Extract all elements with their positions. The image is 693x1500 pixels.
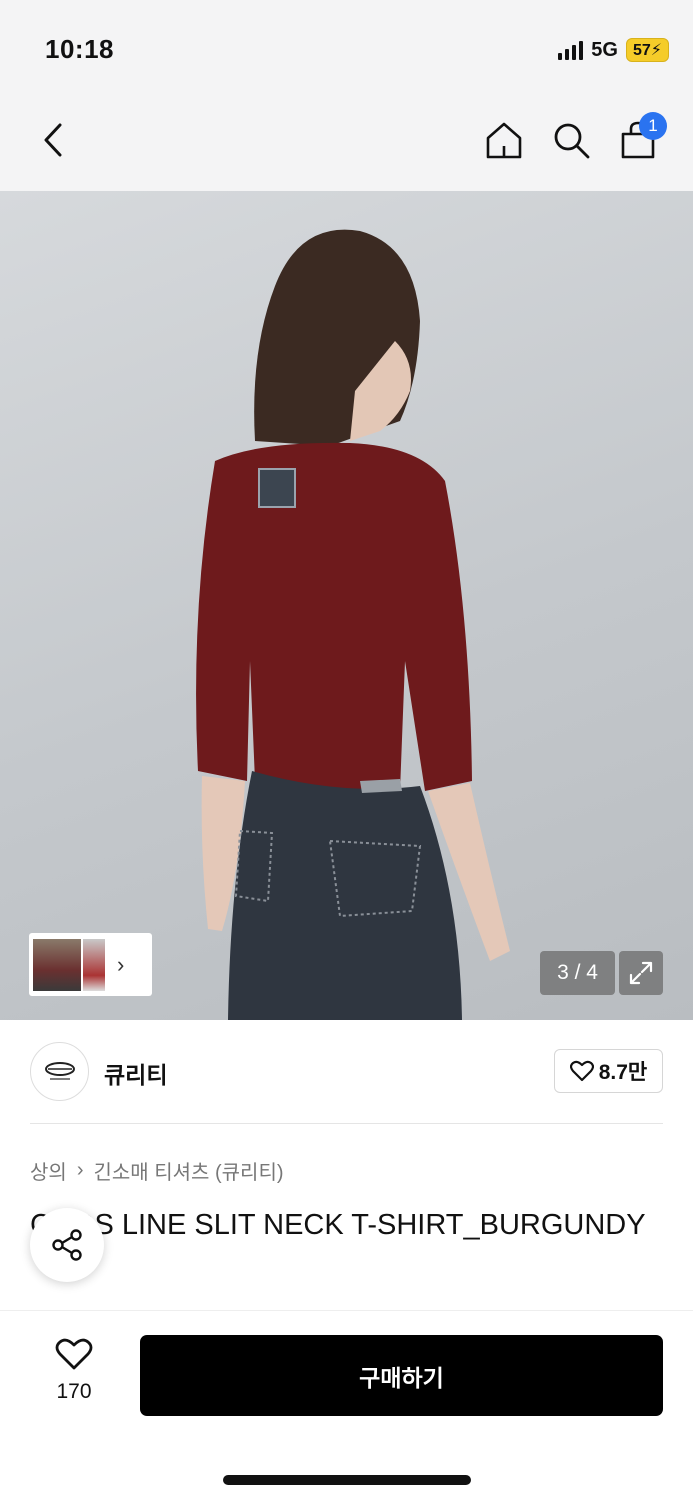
breadcrumb-subcategory[interactable]: 긴소매 티셔츠 (큐리티) bbox=[93, 1156, 283, 1185]
divider bbox=[30, 1123, 663, 1124]
product-title: CROS LINE SLIT NECK T-SHIRT_BURGUNDY bbox=[30, 1209, 646, 1241]
wishlist-button[interactable]: 170 bbox=[44, 1337, 104, 1404]
chevron-right-icon: › bbox=[76, 1159, 84, 1181]
bottom-action-bar: 170 구매하기 bbox=[0, 1310, 693, 1500]
expand-image-button[interactable] bbox=[619, 951, 663, 995]
heart-icon bbox=[569, 1060, 594, 1082]
thumbnail-image[interactable] bbox=[33, 938, 81, 991]
back-button[interactable] bbox=[30, 117, 76, 163]
brand-logo-mark bbox=[44, 1061, 75, 1080]
cart-button[interactable]: 1 bbox=[615, 112, 667, 163]
product-photo bbox=[196, 229, 510, 1020]
home-icon bbox=[486, 122, 522, 159]
search-button[interactable] bbox=[548, 117, 594, 163]
network-label: 5G bbox=[591, 38, 618, 61]
heart-icon bbox=[55, 1338, 93, 1370]
status-bar: 10:18 5G 57⚡ bbox=[0, 0, 693, 92]
battery-icon: 57⚡ bbox=[625, 38, 669, 62]
thumbnail-strip[interactable]: › bbox=[29, 933, 152, 996]
search-icon bbox=[554, 123, 590, 159]
top-nav-bar: 1 bbox=[0, 92, 693, 191]
home-indicator[interactable] bbox=[223, 1475, 471, 1485]
brand-row: 큐리티 8.7만 bbox=[0, 1020, 693, 1124]
status-time: 10:18 bbox=[45, 34, 114, 64]
breadcrumb-category[interactable]: 상의 bbox=[30, 1156, 67, 1185]
wishlist-count: 170 bbox=[56, 1380, 92, 1403]
share-button[interactable] bbox=[30, 1208, 104, 1282]
brand-name[interactable]: 큐리티 bbox=[104, 1056, 167, 1090]
brand-like-count: 8.7만 bbox=[598, 1061, 648, 1084]
share-icon bbox=[52, 1229, 82, 1261]
brand-like-button[interactable]: 8.7만 bbox=[554, 1049, 663, 1093]
breadcrumb: 상의 › 긴소매 티셔츠 (큐리티) bbox=[30, 1156, 284, 1185]
image-counter: 3 / 4 bbox=[540, 951, 615, 995]
buy-button[interactable]: 구매하기 bbox=[140, 1335, 663, 1416]
chevron-right-icon: › bbox=[117, 951, 125, 977]
product-image-gallery[interactable]: › 3 / 4 bbox=[0, 191, 693, 1020]
expand-icon bbox=[629, 961, 653, 985]
status-indicators: 5G 57⚡ bbox=[558, 38, 669, 62]
home-button[interactable] bbox=[481, 117, 527, 163]
signal-icon bbox=[558, 40, 584, 60]
cart-count-badge: 1 bbox=[639, 112, 667, 140]
chevron-left-icon bbox=[44, 123, 62, 157]
battery-level: 57 bbox=[632, 42, 651, 59]
brand-logo[interactable] bbox=[30, 1042, 89, 1101]
thumbnail-image[interactable] bbox=[83, 938, 105, 991]
